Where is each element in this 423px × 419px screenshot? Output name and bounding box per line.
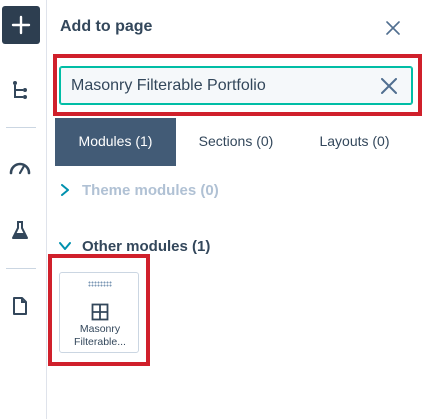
close-panel-button[interactable] bbox=[383, 18, 403, 38]
tab-bar: Modules (1) Sections (0) Layouts (0) bbox=[55, 118, 413, 166]
group-label: Theme modules (0) bbox=[82, 181, 219, 199]
left-rail bbox=[0, 0, 47, 419]
tab-modules[interactable]: Modules (1) bbox=[55, 118, 176, 164]
gauge-icon bbox=[9, 162, 31, 175]
module-highlight-box bbox=[48, 254, 150, 366]
rail-item-page[interactable] bbox=[8, 294, 32, 318]
group-other-modules[interactable]: Other modules (1) bbox=[58, 236, 210, 256]
document-icon bbox=[13, 297, 27, 315]
tab-sections[interactable]: Sections (0) bbox=[176, 118, 296, 164]
plus-icon bbox=[11, 15, 31, 35]
group-label: Other modules (1) bbox=[82, 237, 211, 255]
chevron-down-icon bbox=[58, 239, 72, 253]
rail-divider bbox=[6, 268, 36, 269]
close-icon bbox=[386, 21, 400, 35]
tab-layouts[interactable]: Layouts (0) bbox=[296, 118, 413, 164]
rail-item-structure[interactable] bbox=[8, 78, 32, 102]
rail-divider bbox=[6, 127, 36, 128]
group-theme-modules[interactable]: Theme modules (0) bbox=[58, 180, 219, 200]
rail-item-performance[interactable] bbox=[8, 155, 32, 179]
add-button[interactable] bbox=[2, 6, 40, 44]
chevron-right-icon bbox=[58, 183, 72, 197]
flask-icon bbox=[12, 221, 28, 239]
active-tab-indicator bbox=[55, 163, 176, 166]
panel-title: Add to page bbox=[60, 18, 153, 35]
rail-item-testing[interactable] bbox=[8, 218, 32, 242]
tree-structure-icon bbox=[13, 81, 27, 99]
search-highlight-box bbox=[53, 54, 422, 116]
add-to-page-screen: Add to page Masonry Filterable Portfolio… bbox=[0, 0, 423, 419]
